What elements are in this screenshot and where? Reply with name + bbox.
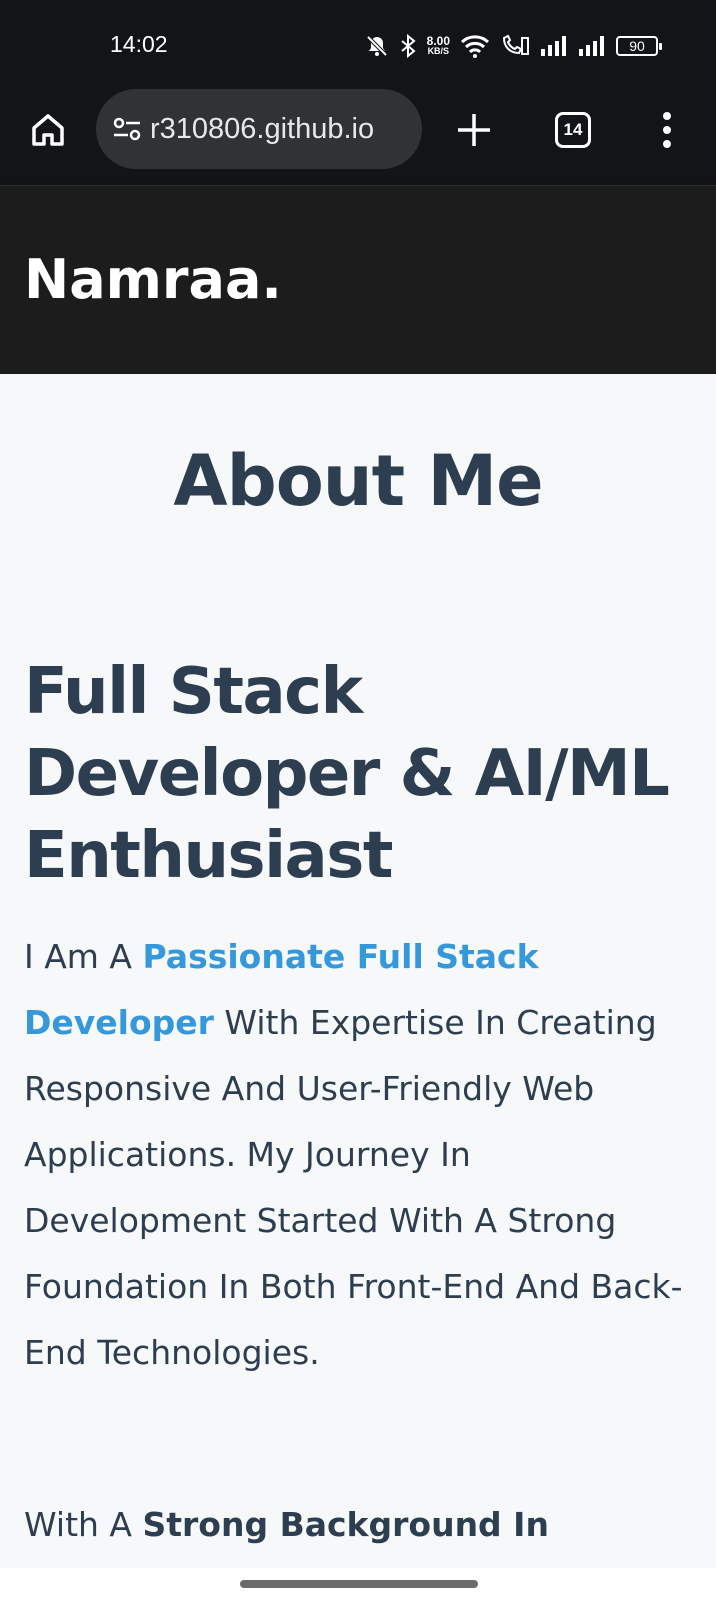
address-bar[interactable]: r310806.github.io — [96, 89, 422, 169]
status-icons: 8.00 KB/S 90 — [365, 30, 662, 62]
about-paragraph-2: With A Strong Background In — [24, 1492, 684, 1558]
browser-toolbar: r310806.github.io 14 — [0, 88, 716, 186]
about-section: About Me Full Stack Developer & AI/ML En… — [0, 374, 716, 1568]
signal-1-icon — [541, 36, 566, 56]
battery-icon: 90 — [616, 36, 662, 56]
about-paragraph-1: I Am A Passionate Full Stack Developer W… — [24, 924, 684, 1386]
net-speed-unit: KB/S — [427, 46, 450, 56]
more-vert-icon[interactable] — [652, 110, 682, 150]
status-time: 14:02 — [110, 31, 168, 57]
tab-count: 14 — [563, 120, 583, 139]
gesture-nav-area — [0, 1568, 716, 1600]
bluetooth-icon — [401, 34, 416, 58]
url-text[interactable]: r310806.github.io — [150, 113, 374, 146]
site-header: Namraa. — [0, 186, 716, 374]
para2-strong: Strong Background In — [142, 1505, 549, 1544]
tab-switcher-icon[interactable]: 14 — [555, 112, 591, 148]
site-settings-icon[interactable] — [110, 112, 144, 146]
brand-logo[interactable]: Namraa. — [24, 248, 282, 311]
para2-lead: With A — [24, 1505, 143, 1544]
home-icon[interactable] — [28, 110, 68, 150]
about-subtitle: Full Stack Developer & AI/ML Enthusiast — [24, 655, 670, 893]
para1-rest: With Expertise In Creating Responsive An… — [24, 1003, 683, 1372]
mute-icon — [366, 35, 388, 57]
gesture-handle[interactable] — [240, 1580, 478, 1588]
net-speed-value: 8.00 — [426, 34, 450, 48]
section-title: About Me — [173, 440, 543, 522]
battery-level: 90 — [629, 38, 645, 54]
signal-2-icon — [579, 36, 604, 56]
net-speed: 8.00 KB/S — [426, 34, 450, 56]
volte-call-icon — [502, 34, 529, 55]
plus-icon[interactable] — [454, 110, 494, 150]
wifi-icon — [460, 35, 490, 58]
status-bar: 14:02 8.00 KB/S 90 — [0, 0, 716, 88]
para1-lead: I Am A — [24, 937, 143, 976]
